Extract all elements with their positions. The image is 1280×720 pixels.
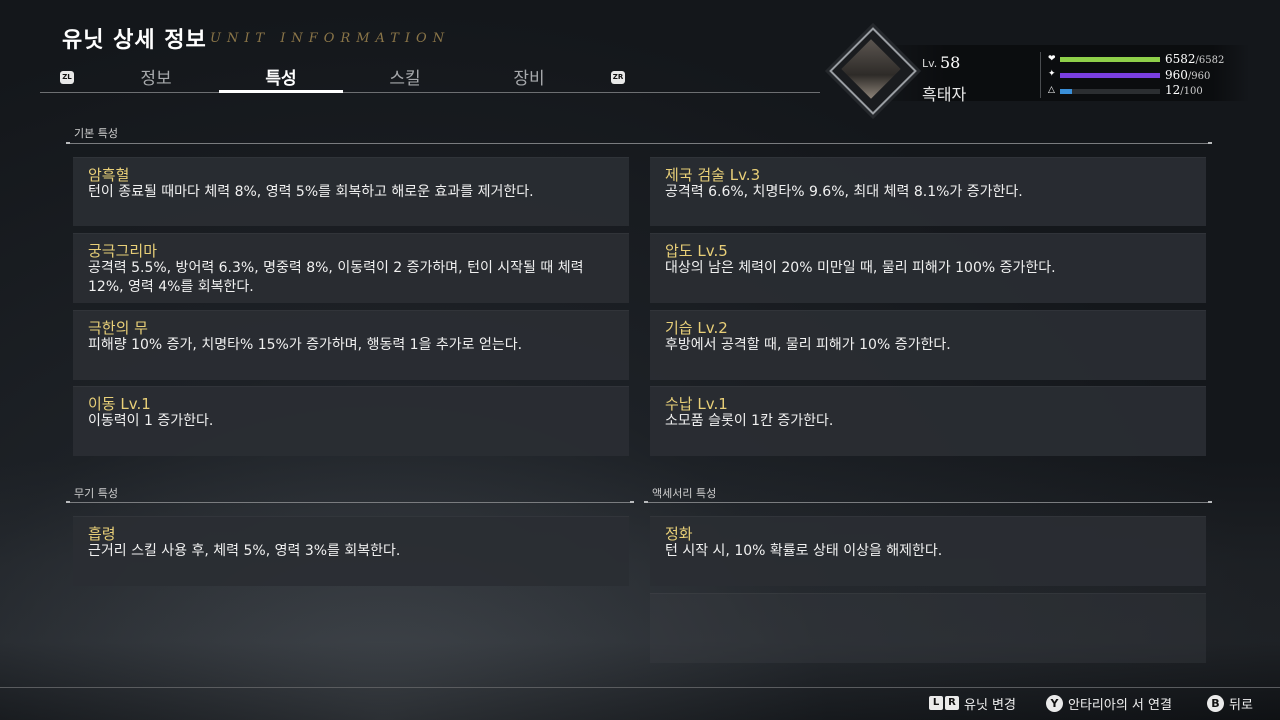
unit-divider [1040,52,1041,98]
section-line-accessory [646,502,1210,503]
link-book-button[interactable]: Y 안타리아의 서 연결 [1046,694,1172,713]
back-button[interactable]: B 뒤로 [1207,694,1253,713]
hp-bar [1060,57,1160,62]
b-button-icon: B [1207,694,1224,712]
trait-desc: 공격력 5.5%, 방어력 6.3%, 명중력 8%, 이동력이 2 증가하며,… [88,260,584,295]
hp-value: 6582/6582 [1165,52,1224,66]
trait-card[interactable]: 압도 Lv.5 대상의 남은 체력이 20% 미만일 때, 물리 피해가 100… [650,233,1206,303]
trait-title: 흡령 [88,525,116,543]
back-label: 뒤로 [1229,697,1253,713]
mp-value: 960/960 [1165,68,1210,82]
trait-title: 기습 Lv.2 [665,319,728,337]
change-unit-label: 유닛 변경 [964,697,1016,713]
trait-card[interactable]: 흡령 근거리 스킬 사용 후, 체력 5%, 영력 3%를 회복한다. [73,516,629,586]
spark-icon: ✦ [1048,69,1056,79]
footer-divider [0,687,1280,688]
page-title: 유닛 상세 정보 [62,28,207,53]
trait-title: 정화 [665,525,693,543]
change-unit-button[interactable]: L R 유닛 변경 [929,694,1016,713]
trait-desc: 공격력 6.6%, 치명타% 9.6%, 최대 체력 8.1%가 증가한다. [665,184,1023,200]
hp-max: /6582 [1195,55,1225,66]
l-button-icon: L [929,696,943,710]
section-dash [1208,142,1212,144]
trait-title: 이동 Lv.1 [88,395,151,413]
section-line-basic [68,143,1210,144]
trait-title: 극한의 무 [88,319,148,337]
trait-card[interactable]: 기습 Lv.2 후방에서 공격할 때, 물리 피해가 10% 증가한다. [650,310,1206,380]
zl-button-icon[interactable]: ZL [60,71,74,84]
trait-desc: 후방에서 공격할 때, 물리 피해가 10% 증가한다. [665,337,951,353]
trait-desc: 대상의 남은 체력이 20% 미만일 때, 물리 피해가 100% 증가한다. [665,260,1056,276]
mp-max: /960 [1187,71,1211,82]
trait-title: 암흑혈 [88,166,130,184]
section-dash [66,142,70,144]
trait-desc: 근거리 스킬 사용 후, 체력 5%, 영력 3%를 회복한다. [88,543,401,559]
trait-card[interactable]: 암흑혈 턴이 종료될 때마다 체력 8%, 영력 5%를 회복하고 해로운 효과… [73,157,629,226]
section-label-accessory: 액세서리 특성 [652,487,717,500]
active-tab-indicator [219,90,343,93]
trait-card[interactable]: 궁극그리마 공격력 5.5%, 방어력 6.3%, 명중력 8%, 이동력이 2… [73,233,629,303]
trait-desc: 턴이 종료될 때마다 체력 8%, 영력 5%를 회복하고 해로운 효과를 제거… [88,184,534,200]
ap-value: 12/100 [1165,83,1203,97]
zr-button-icon[interactable]: ZR [611,71,625,84]
section-dash [1208,501,1212,503]
tab-traits[interactable]: 특성 [219,64,343,89]
section-line-weapon [68,502,632,503]
level-value: 58 [940,53,961,72]
mp-bar [1060,73,1160,78]
section-label-weapon: 무기 특성 [74,487,118,500]
ap-bar [1060,89,1160,94]
mp-current: 960 [1165,68,1188,82]
heart-icon: ❤ [1048,54,1056,64]
trait-desc: 피해량 10% 증가, 치명타% 15%가 증가하며, 행동력 1을 추가로 얻… [88,337,523,353]
trait-desc: 이동력이 1 증가한다. [88,413,214,429]
level-label: Lv. [922,57,938,70]
trait-title: 압도 Lv.5 [665,242,728,260]
section-dash [66,501,70,503]
section-dash [644,501,648,503]
trait-card[interactable]: 제국 검술 Lv.3 공격력 6.6%, 치명타% 9.6%, 최대 체력 8.… [650,157,1206,226]
unit-name: 흑태자 [922,85,967,104]
hp-current: 6582 [1165,52,1196,66]
hp-bar-fill [1060,57,1160,62]
link-book-label: 안타리아의 서 연결 [1068,697,1172,713]
trait-title: 궁극그리마 [88,242,158,260]
trait-card[interactable]: 수납 Lv.1 소모품 슬롯이 1칸 증가한다. [650,386,1206,456]
ap-current: 12 [1165,83,1181,97]
tab-info[interactable]: 정보 [94,64,218,89]
triangle-icon: △ [1048,85,1055,95]
r-button-icon: R [945,696,959,710]
trait-card[interactable]: 정화 턴 시작 시, 10% 확률로 상태 이상을 해제한다. [650,516,1206,586]
trait-title: 수납 Lv.1 [665,395,728,413]
trait-title: 제국 검술 Lv.3 [665,166,761,184]
page-subtitle: UNIT INFORMATION [210,31,451,46]
mp-bar-fill [1060,73,1160,78]
tab-equipment[interactable]: 장비 [467,64,591,89]
tab-skills[interactable]: 스킬 [343,64,467,89]
ap-bar-fill [1060,89,1072,94]
y-button-icon: Y [1046,694,1063,712]
trait-card[interactable]: 극한의 무 피해량 10% 증가, 치명타% 15%가 증가하며, 행동력 1을… [73,310,629,380]
trait-card[interactable]: 이동 Lv.1 이동력이 1 증가한다. [73,386,629,456]
tab-bar-line [40,92,820,93]
background-fog [0,460,1280,720]
empty-trait-slot [650,593,1206,663]
section-dash [630,501,634,503]
trait-desc: 소모품 슬롯이 1칸 증가한다. [665,413,834,429]
trait-desc: 턴 시작 시, 10% 확률로 상태 이상을 해제한다. [665,543,943,559]
section-label-basic: 기본 특성 [74,127,118,140]
ap-max: /100 [1180,86,1203,97]
